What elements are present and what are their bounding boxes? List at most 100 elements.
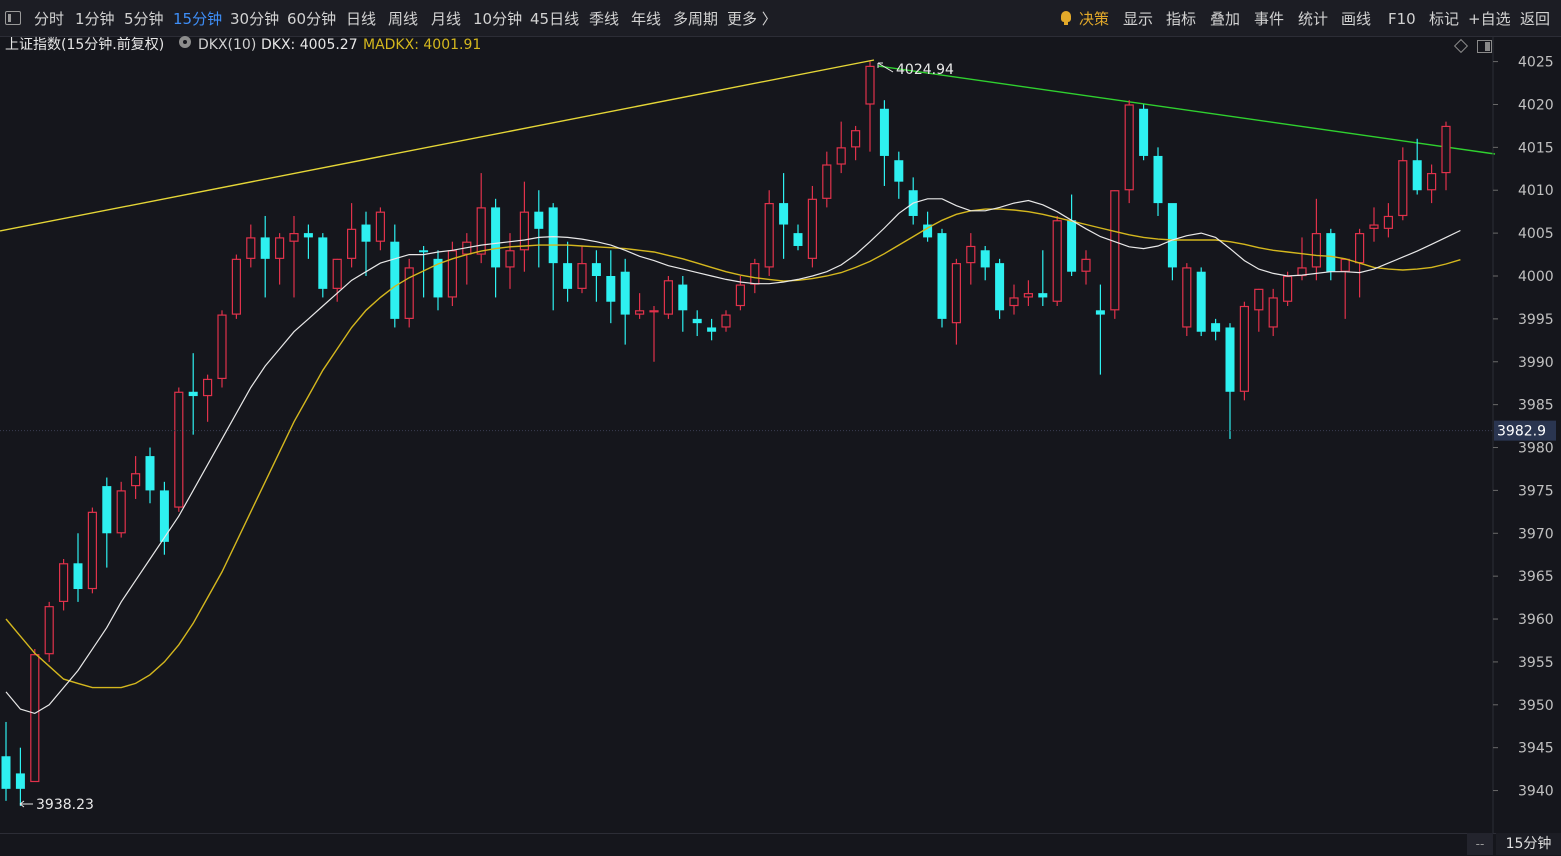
price-tick-label: 4020 <box>1518 97 1554 113</box>
candle-body-up <box>663 280 674 315</box>
candle <box>836 121 846 174</box>
candle-body-down <box>937 233 947 319</box>
candle-body-up <box>634 310 645 315</box>
candle-body-down <box>879 108 889 156</box>
price-tick-label: 3950 <box>1518 698 1554 714</box>
period-label[interactable]: 15分钟 <box>1496 833 1561 855</box>
candle-body-down <box>260 237 270 259</box>
candle-body-down <box>1225 327 1235 392</box>
candle <box>1282 271 1293 307</box>
candle-body-down <box>620 271 630 315</box>
candle <box>289 215 299 298</box>
candle <box>246 224 256 268</box>
candle <box>692 310 702 337</box>
candle <box>44 601 54 662</box>
candle-body-up <box>476 207 486 255</box>
candle-body-up <box>44 606 54 655</box>
candle <box>879 100 889 186</box>
candle <box>1139 104 1149 161</box>
candle <box>1124 100 1134 204</box>
candle <box>1182 263 1192 337</box>
candle <box>721 310 731 332</box>
price-tick-label: 3965 <box>1518 569 1554 585</box>
candle-body-down <box>707 327 717 332</box>
candle-body-up <box>1311 233 1322 268</box>
candle-body-up <box>735 284 746 307</box>
candle <box>87 507 98 594</box>
candle <box>231 254 241 319</box>
dkx-line <box>5 198 1461 715</box>
candle <box>822 151 832 208</box>
candle-body-up <box>1354 233 1365 264</box>
price-tick-label: 4010 <box>1518 183 1554 199</box>
low-price-label: 3938.23 <box>36 797 94 813</box>
candle <box>361 211 371 276</box>
candle <box>347 203 357 268</box>
candle <box>58 559 69 611</box>
price-tick-label: 3960 <box>1518 612 1554 628</box>
candle-body-up <box>836 147 846 165</box>
candle <box>476 173 486 264</box>
candle-body-up <box>1182 267 1192 328</box>
candle-body-up <box>850 130 861 148</box>
candlestick-chart[interactable]: 4025 4020 4015 4010 4005 4000 3995 3990 3985 3980… <box>0 0 1561 855</box>
candle <box>1398 147 1408 221</box>
price-tick-label: 3980 <box>1518 441 1554 457</box>
candle-body-up <box>764 203 774 268</box>
candle-body-down <box>1139 108 1149 156</box>
candle-body-down <box>591 263 601 276</box>
candle-body-up <box>174 391 184 508</box>
candle-body-up <box>505 250 515 268</box>
candle <box>1 721 11 801</box>
candle-body-down <box>188 391 198 397</box>
candle-body-down <box>1153 155 1163 204</box>
candle-body-down <box>145 456 155 491</box>
candle <box>390 224 400 328</box>
candle-body-up <box>649 310 659 313</box>
candle-body-down <box>563 263 573 289</box>
candle <box>908 177 918 225</box>
candle <box>649 306 659 362</box>
candle-body-up <box>1052 220 1062 302</box>
candle <box>1383 203 1394 238</box>
candle-body-up <box>131 473 141 487</box>
candle-body-up <box>1441 125 1451 174</box>
candle-body-up <box>966 245 976 264</box>
candle-body-up <box>1282 275 1293 302</box>
candle-body-up <box>1009 297 1019 307</box>
candle <box>1110 190 1120 319</box>
candle <box>1211 318 1221 341</box>
time-axis-bar <box>0 833 1561 856</box>
candle <box>620 258 630 345</box>
candle <box>1412 138 1422 195</box>
candle-body-down <box>303 233 313 238</box>
candle-body-up <box>30 654 40 783</box>
scroll-indicator[interactable]: -- <box>1467 833 1493 855</box>
candle-body-down <box>678 284 688 311</box>
candle <box>318 233 328 298</box>
candle-body-up <box>1369 224 1379 229</box>
candle-body-down <box>419 250 429 253</box>
candle <box>980 245 990 281</box>
candle <box>678 276 688 332</box>
candle-body-up <box>721 314 731 328</box>
candle <box>1268 288 1278 337</box>
candle <box>30 649 40 783</box>
candle <box>188 353 198 435</box>
candle-body-up <box>246 237 256 259</box>
candle <box>1239 301 1250 401</box>
candle <box>764 190 774 276</box>
candle <box>159 481 169 555</box>
price-tick-label: 4005 <box>1518 226 1554 242</box>
candle <box>1052 215 1062 307</box>
candle <box>663 276 674 319</box>
candle <box>174 387 184 512</box>
candle <box>1254 288 1264 332</box>
candle <box>1009 284 1019 315</box>
candle-body-down <box>102 486 112 534</box>
candle <box>1311 198 1322 281</box>
candle-body-up <box>217 314 227 380</box>
trendline-yellow <box>0 59 875 232</box>
price-tick-label: 3955 <box>1518 655 1554 671</box>
candle-body-down <box>1038 293 1048 298</box>
